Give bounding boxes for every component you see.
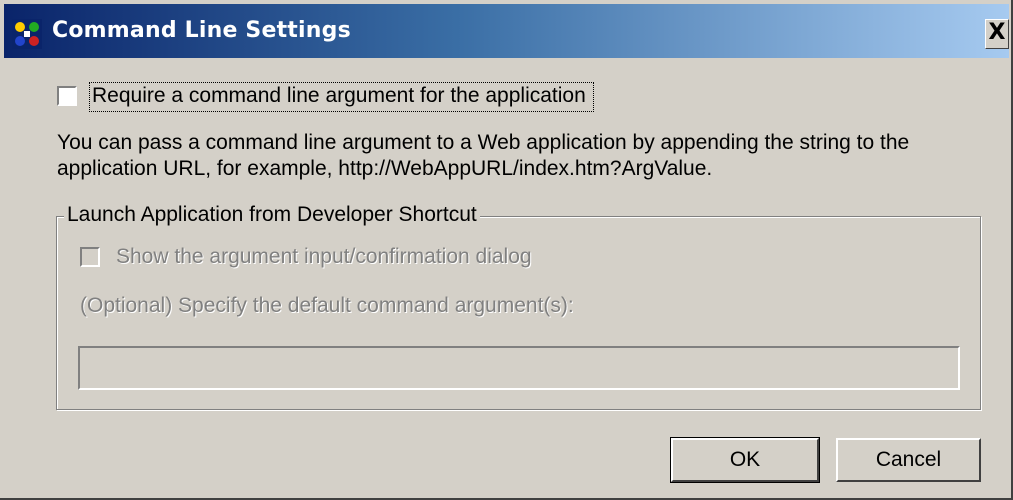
title-bar[interactable]: Command Line Settings X [4,4,1009,58]
show-dialog-label[interactable]: Show the argument input/confirmation dia… [116,245,532,269]
require-argument-checkbox[interactable] [57,86,77,106]
default-args-input[interactable] [78,346,960,390]
description-text: You can pass a command line argument to … [57,131,910,180]
command-line-settings-dialog: Command Line Settings X Require a comman… [0,0,1013,500]
launch-group-title: Launch Application from Developer Shortc… [64,203,480,227]
close-icon: X [988,20,1006,45]
ok-button[interactable]: OK [670,437,820,483]
application-settings-icon [12,19,42,49]
close-button[interactable]: X [985,19,1009,49]
show-dialog-checkbox[interactable] [80,247,100,267]
default-args-label: (Optional) Specify the default command a… [80,294,574,317]
cancel-button[interactable]: Cancel [836,438,981,482]
require-argument-label[interactable]: Require a command line argument for the … [92,84,586,108]
window-title: Command Line Settings [52,18,351,43]
